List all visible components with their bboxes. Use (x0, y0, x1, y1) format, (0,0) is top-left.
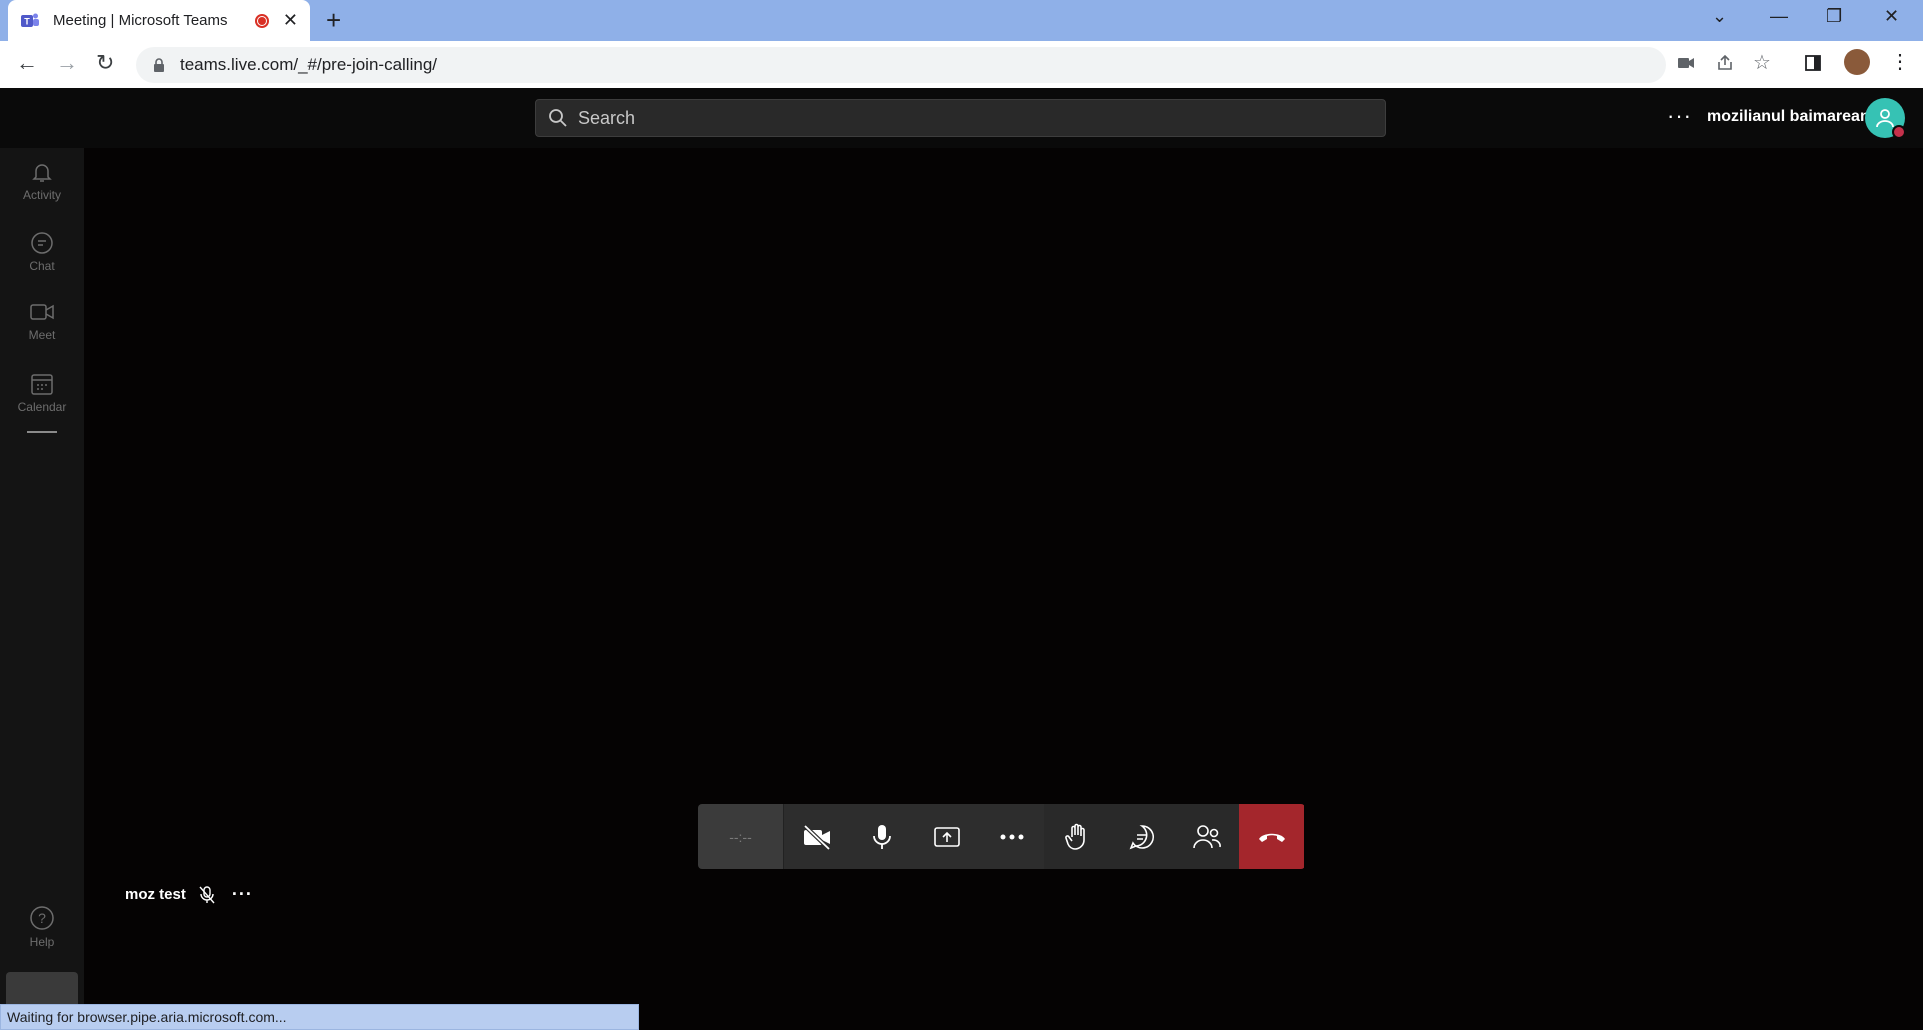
hang-up-icon (1258, 833, 1285, 842)
camera-in-use-icon[interactable] (1676, 53, 1696, 73)
bell-icon (32, 164, 52, 182)
rail-item-meet[interactable]: Meet (0, 300, 84, 342)
camera-off-icon (803, 824, 830, 850)
back-button[interactable]: ← (16, 51, 38, 75)
rail-label: Chat (29, 259, 55, 273)
share-screen-icon (933, 826, 960, 847)
rail-item-activity[interactable]: Activity (0, 160, 84, 202)
user-name: mozilianul baimarean (1707, 108, 1870, 125)
call-timer: --:-- (698, 804, 784, 869)
side-panel-icon[interactable] (1803, 53, 1823, 73)
participant-more-button[interactable]: ··· (232, 884, 253, 905)
chat-icon (1129, 824, 1154, 849)
rail-label: Meet (28, 328, 56, 342)
call-controls: --:-- (698, 804, 1305, 869)
app-rail: Activity Chat Meet Calendar ? Help (0, 148, 84, 1030)
raise-hand-button[interactable] (1044, 804, 1109, 869)
rail-divider (27, 431, 57, 433)
participants-icon (1192, 824, 1221, 848)
browser-status-bar: Waiting for browser.pipe.aria.microsoft.… (0, 1004, 639, 1030)
video-icon (30, 304, 54, 320)
minimize-button[interactable]: — (1770, 6, 1788, 27)
meeting-stage (84, 148, 1923, 1030)
rail-label: Help (29, 935, 55, 949)
bookmark-star-icon[interactable]: ☆ (1753, 50, 1771, 75)
new-tab-button[interactable]: + (326, 7, 341, 33)
meeting-controls-group (1044, 804, 1239, 869)
url-text: teams.live.com/_#/pre-join-calling/ (180, 55, 437, 74)
tab-title: Meeting | Microsoft Teams (53, 12, 228, 29)
browser-tab-bar: T Meeting | Microsoft Teams ✕ + ⌄ — ❐ ✕ (0, 0, 1923, 41)
raise-hand-icon (1064, 823, 1085, 850)
microphone-button[interactable] (849, 804, 914, 869)
person-icon (1876, 109, 1894, 128)
calendar-icon (31, 374, 53, 395)
participant-name: moz test (125, 886, 186, 903)
recording-indicator-icon (254, 13, 269, 28)
more-options-button[interactable]: ··· (1667, 103, 1692, 129)
rail-label: Calendar (17, 400, 67, 414)
search-placeholder: Search (578, 107, 636, 128)
share-screen-button[interactable] (914, 804, 979, 869)
search-icon (549, 109, 567, 127)
tab-close-icon[interactable]: ✕ (283, 10, 298, 31)
browser-toolbar: ← → ↻ teams.live.com/_#/pre-join-calling… (0, 41, 1923, 88)
camera-off-button[interactable] (784, 804, 849, 869)
presence-busy-badge (1892, 125, 1906, 139)
address-bar[interactable]: teams.live.com/_#/pre-join-calling/ (136, 47, 1666, 83)
forward-button[interactable]: → (56, 51, 78, 75)
participants-button[interactable] (1174, 804, 1239, 869)
more-icon (1000, 834, 1023, 839)
help-icon: ? (30, 906, 54, 930)
meeting-chat-button[interactable] (1109, 804, 1174, 869)
share-icon[interactable] (1715, 53, 1735, 73)
svg-text:T: T (24, 16, 30, 26)
teams-logo-icon: T (21, 13, 39, 27)
profile-avatar[interactable] (1844, 49, 1870, 75)
chat-icon (31, 232, 53, 254)
svg-text:?: ? (38, 910, 46, 926)
hang-up-button[interactable] (1239, 804, 1304, 869)
rail-label: Activity (22, 188, 61, 202)
mic-muted-icon (199, 885, 215, 903)
reload-button[interactable]: ↻ (96, 51, 114, 75)
browser-menu-icon[interactable]: ⋮ (1890, 49, 1910, 74)
media-controls-group (784, 804, 1044, 869)
microphone-icon (872, 824, 891, 849)
lock-icon (154, 58, 164, 72)
close-window-button[interactable]: ✕ (1884, 6, 1899, 27)
more-actions-button[interactable] (979, 804, 1044, 869)
tab-search-icon[interactable]: ⌄ (1712, 6, 1727, 27)
rail-item-calendar[interactable]: Calendar (0, 372, 84, 414)
rail-item-help[interactable]: ? Help (0, 905, 84, 949)
participant-label: moz test ··· (125, 884, 253, 905)
browser-tab[interactable]: T Meeting | Microsoft Teams ✕ (8, 0, 310, 41)
search-input[interactable]: Search (535, 99, 1386, 137)
restore-button[interactable]: ❐ (1826, 6, 1842, 27)
rail-item-chat[interactable]: Chat (0, 231, 84, 273)
